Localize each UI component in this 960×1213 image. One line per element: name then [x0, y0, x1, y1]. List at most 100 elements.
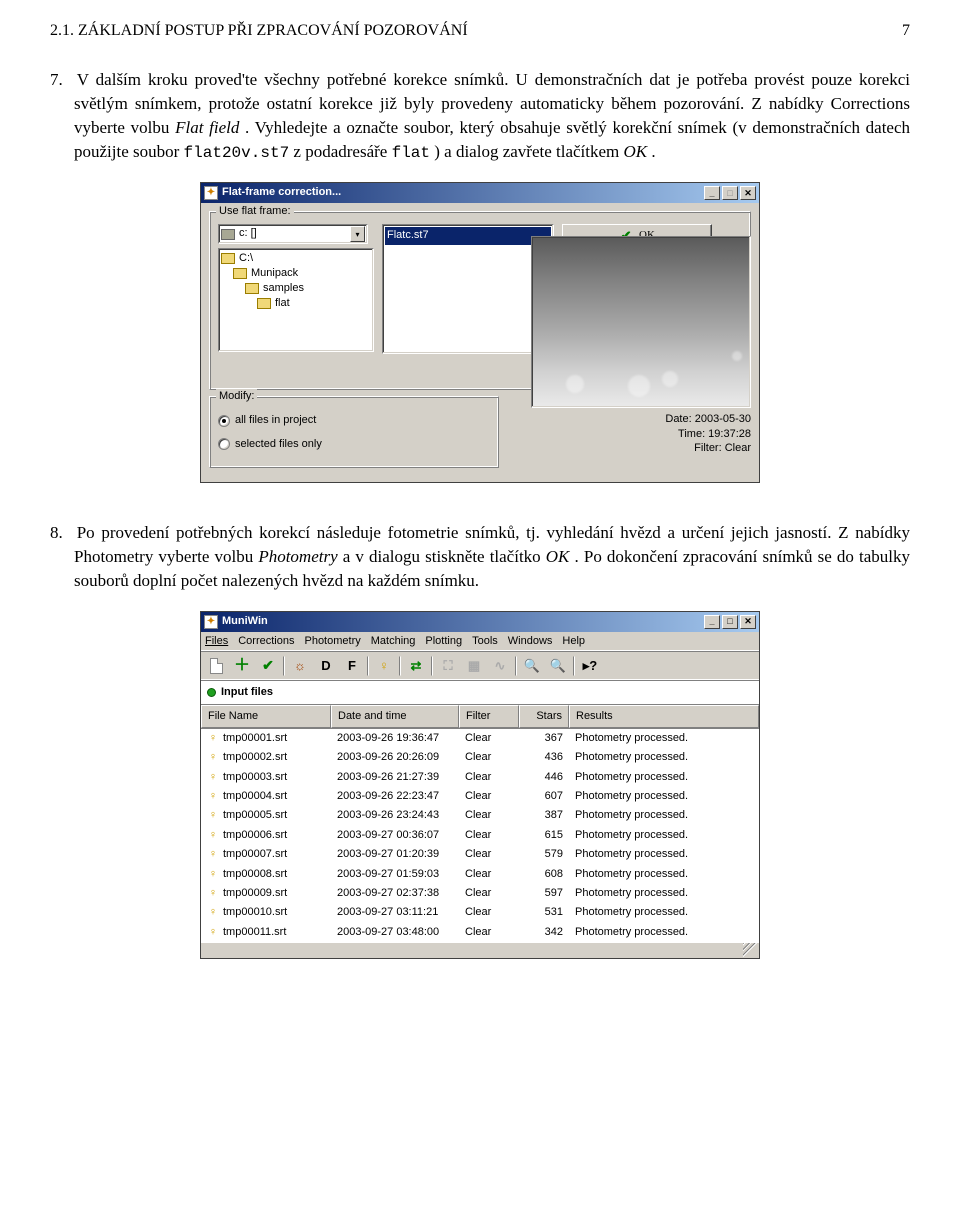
menu-tools[interactable]: Tools: [472, 634, 498, 649]
toolbar-chart2-button[interactable]: ▦: [463, 655, 485, 677]
close-button[interactable]: ✕: [740, 615, 756, 629]
item7-flatfield: Flat field: [175, 118, 239, 137]
table-row[interactable]: ♀tmp00004.srt2003-09-26 22:23:47Clear607…: [201, 787, 759, 806]
maximize-button[interactable]: □: [722, 186, 738, 200]
cell-stars: 367: [519, 730, 569, 747]
menu-windows[interactable]: Windows: [508, 634, 553, 649]
toolbar-settings-button[interactable]: ☼: [289, 655, 311, 677]
chart-icon: ▦: [468, 657, 480, 675]
plus-icon: ＋: [234, 655, 250, 677]
col-datetime[interactable]: Date and time: [331, 705, 459, 728]
radio-selected-files[interactable]: selected files only: [218, 437, 490, 452]
item-number: 7.: [50, 68, 70, 92]
minimize-button[interactable]: _: [704, 615, 720, 629]
chart-icon: ⛶: [443, 657, 452, 675]
menu-corrections[interactable]: Corrections: [238, 634, 294, 649]
letter-d-icon: D: [321, 657, 330, 675]
meta-time: Time: 19:37:28: [507, 427, 751, 441]
menu-help[interactable]: Help: [562, 634, 585, 649]
table-row[interactable]: ♀tmp00005.srt2003-09-26 23:24:43Clear387…: [201, 806, 759, 825]
toolbar-separator: [431, 656, 433, 676]
cell-stars: 446: [519, 769, 569, 786]
table-row[interactable]: ♀tmp00010.srt2003-09-27 03:11:21Clear531…: [201, 903, 759, 922]
new-file-icon: [210, 658, 223, 674]
cell-datetime: 2003-09-27 03:11:21: [331, 904, 459, 921]
radio-all-files[interactable]: all files in project: [218, 413, 490, 428]
menubar[interactable]: Files Corrections Photometry Matching Pl…: [201, 632, 759, 652]
toolbar-help-button[interactable]: ▸?: [579, 655, 601, 677]
item7-text-g: ) a dialog zavřete tlačítkem: [434, 142, 623, 161]
col-filename[interactable]: File Name: [201, 705, 331, 728]
toolbar-chart1-button[interactable]: ⛶: [437, 655, 459, 677]
maximize-button[interactable]: □: [722, 615, 738, 629]
preview-image: [531, 236, 751, 408]
cell-datetime: 2003-09-26 20:26:09: [331, 749, 459, 766]
cell-results: Photometry processed.: [569, 924, 759, 941]
table-row[interactable]: ♀tmp00003.srt2003-09-26 21:27:39Clear446…: [201, 768, 759, 787]
cell-stars: 608: [519, 866, 569, 883]
dir-root[interactable]: C:\: [239, 251, 253, 266]
minimize-button[interactable]: _: [704, 186, 720, 200]
bulb-icon: ♀: [207, 926, 219, 940]
toolbar-add-button[interactable]: ＋: [231, 655, 253, 677]
cell-filter: Clear: [459, 885, 519, 902]
menu-files[interactable]: Files: [205, 634, 228, 649]
col-results[interactable]: Results: [569, 705, 759, 728]
toolbar-curve-button[interactable]: ∿: [489, 655, 511, 677]
cell-datetime: 2003-09-26 22:23:47: [331, 788, 459, 805]
toolbar-separator: [367, 656, 369, 676]
toolbar-separator: [515, 656, 517, 676]
folder-icon: [221, 253, 235, 264]
toolbar: ＋ ✔ ☼ D F ♀ ⇄ ⛶ ▦ ∿ 🔍 🔍 ▸?: [201, 652, 759, 681]
toolbar-f-button[interactable]: F: [341, 655, 363, 677]
tab-input-files[interactable]: Input files: [201, 681, 759, 704]
toolbar-bulb-button[interactable]: ♀: [373, 655, 395, 677]
menu-photometry[interactable]: Photometry: [304, 634, 360, 649]
cell-results: Photometry processed.: [569, 885, 759, 902]
dir-munipack[interactable]: Munipack: [251, 266, 298, 281]
table-row[interactable]: ♀tmp00007.srt2003-09-27 01:20:39Clear579…: [201, 845, 759, 864]
item-number: 8.: [50, 521, 70, 545]
toolbar-match-button[interactable]: ⇄: [405, 655, 427, 677]
directory-tree[interactable]: C:\ Munipack samples flat: [218, 248, 374, 352]
table-row[interactable]: ♀tmp00011.srt2003-09-27 03:48:00Clear342…: [201, 923, 759, 942]
radio-sel-label: selected files only: [235, 437, 322, 452]
table-row[interactable]: ♀tmp00002.srt2003-09-26 20:26:09Clear436…: [201, 748, 759, 767]
gear-icon: ☼: [294, 657, 306, 675]
statusbar: [201, 942, 759, 958]
col-stars[interactable]: Stars: [519, 705, 569, 728]
bulb-icon: ♀: [207, 751, 219, 765]
cell-filter: Clear: [459, 866, 519, 883]
close-button[interactable]: ✕: [740, 186, 756, 200]
cell-datetime: 2003-09-26 23:24:43: [331, 807, 459, 824]
table-row[interactable]: ♀tmp00009.srt2003-09-27 02:37:38Clear597…: [201, 884, 759, 903]
drive-select[interactable]: c: [] ▾: [218, 224, 368, 244]
table-row[interactable]: ♀tmp00001.srt2003-09-26 19:36:47Clear367…: [201, 729, 759, 748]
menu-matching[interactable]: Matching: [371, 634, 416, 649]
item7-text-i: .: [651, 142, 655, 161]
dialog-titlebar[interactable]: ✦ Flat-frame correction... _ □ ✕: [201, 183, 759, 203]
item7-filename: flat20v.st7: [184, 144, 290, 162]
checkmark-icon: ✔: [262, 656, 274, 676]
resize-grip-icon[interactable]: [743, 943, 757, 957]
chevron-down-icon[interactable]: ▾: [350, 226, 365, 242]
toolbar-d-button[interactable]: D: [315, 655, 337, 677]
toolbar-new-button[interactable]: [205, 655, 227, 677]
cell-results: Photometry processed.: [569, 788, 759, 805]
toolbar-zoomout-button[interactable]: 🔍: [547, 655, 569, 677]
table-row[interactable]: ♀tmp00008.srt2003-09-27 01:59:03Clear608…: [201, 865, 759, 884]
zoom-in-icon: 🔍: [524, 657, 540, 675]
table-row[interactable]: ♀tmp00006.srt2003-09-27 00:36:07Clear615…: [201, 826, 759, 845]
cell-filename: ♀tmp00006.srt: [201, 827, 331, 844]
toolbar-check-button[interactable]: ✔: [257, 655, 279, 677]
radio-icon: [218, 415, 230, 427]
menu-plotting[interactable]: Plotting: [425, 634, 462, 649]
dir-samples[interactable]: samples: [263, 281, 304, 296]
folder-icon: [245, 283, 259, 294]
cell-results: Photometry processed.: [569, 749, 759, 766]
toolbar-zoomin-button[interactable]: 🔍: [521, 655, 543, 677]
col-filter[interactable]: Filter: [459, 705, 519, 728]
toolbar-separator: [283, 656, 285, 676]
dir-flat[interactable]: flat: [275, 296, 290, 311]
muniwin-titlebar[interactable]: ✦ MuniWin _ □ ✕: [201, 612, 759, 632]
